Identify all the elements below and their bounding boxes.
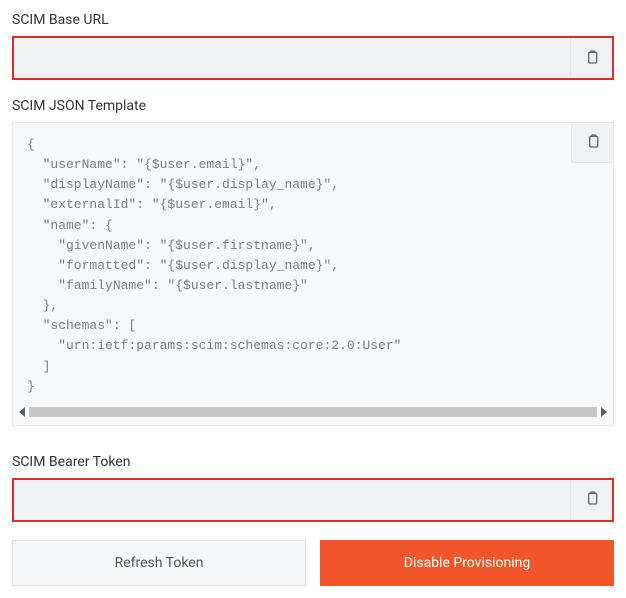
action-button-row: Refresh Token Disable Provisioning [12, 540, 614, 586]
scim-json-template-code[interactable]: { "userName": "{$user.email}", "displayN… [13, 123, 613, 405]
clipboard-icon [584, 48, 600, 69]
clipboard-icon [585, 132, 601, 153]
copy-json-template-button[interactable] [571, 123, 613, 163]
copy-base-url-button[interactable] [570, 38, 612, 78]
disable-provisioning-button[interactable]: Disable Provisioning [320, 540, 614, 586]
scim-bearer-token-label: SCIM Bearer Token [12, 454, 614, 470]
scim-json-template-box: { "userName": "{$user.email}", "displayN… [12, 122, 614, 426]
scroll-track [29, 407, 597, 417]
refresh-token-button[interactable]: Refresh Token [12, 540, 306, 586]
scroll-right-icon [601, 407, 607, 417]
scim-bearer-token-row [12, 478, 614, 522]
scim-json-template-label: SCIM JSON Template [12, 98, 614, 114]
horizontal-scrollbar[interactable] [19, 405, 607, 419]
scim-base-url-row [12, 36, 614, 80]
scim-base-url-label: SCIM Base URL [12, 12, 614, 28]
clipboard-icon [584, 489, 600, 510]
scroll-left-icon [19, 407, 25, 417]
scim-bearer-token-input[interactable] [14, 480, 570, 520]
copy-bearer-token-button[interactable] [570, 480, 612, 520]
scim-base-url-input[interactable] [14, 38, 570, 78]
